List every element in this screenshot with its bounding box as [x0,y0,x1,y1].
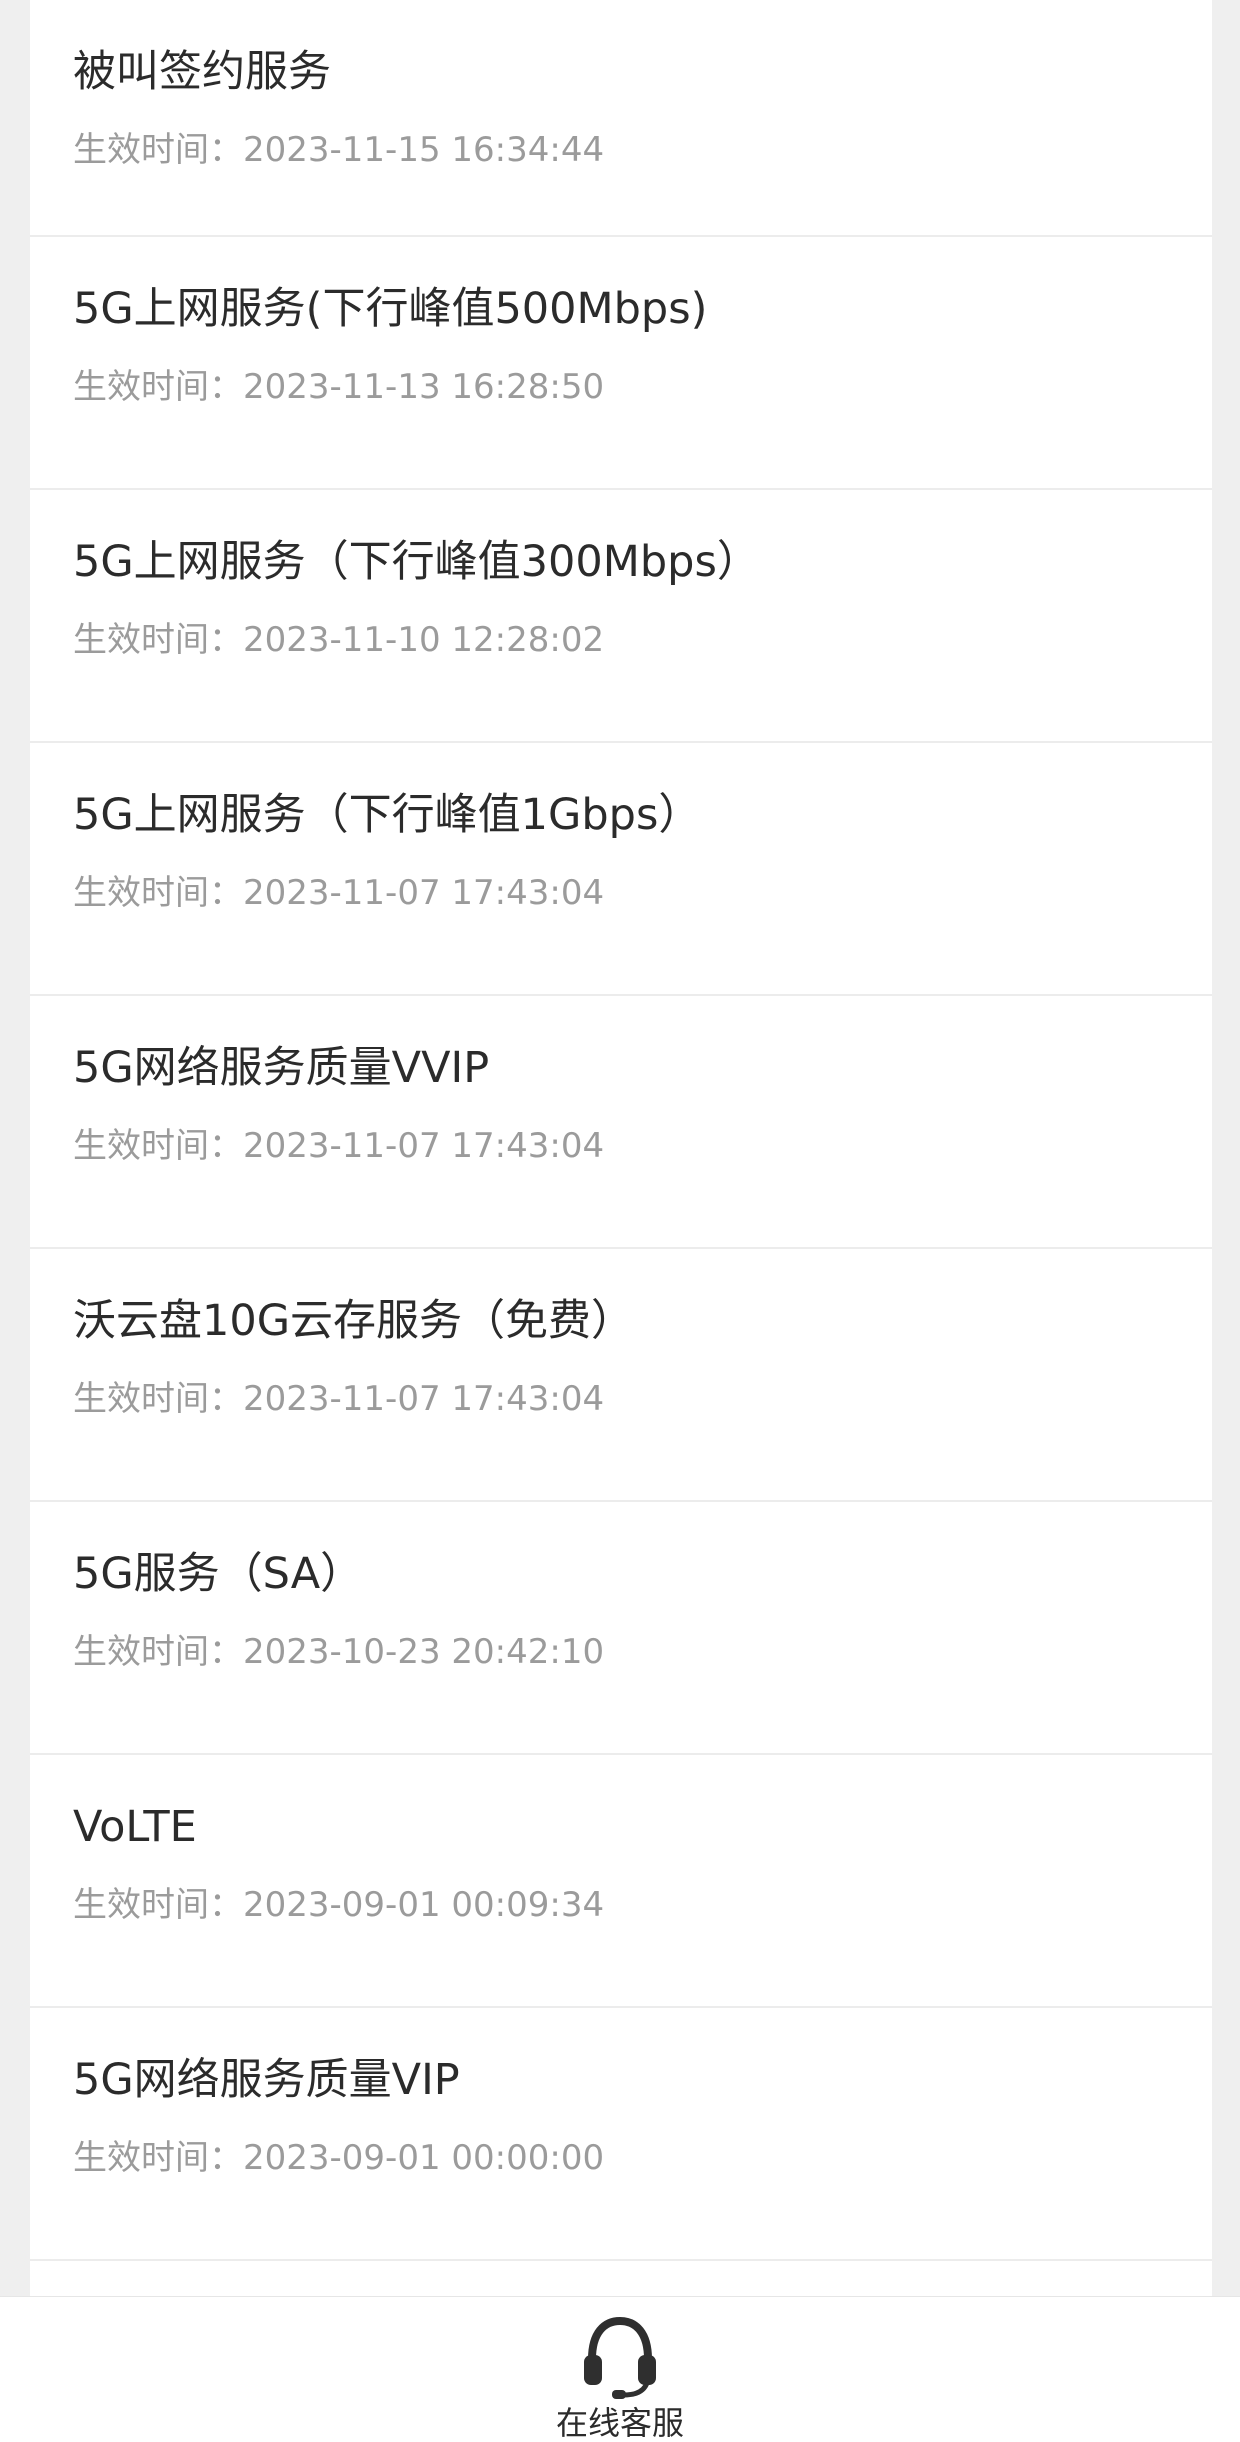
effective-time-value: 2023-09-01 00:09:34 [243,1885,605,1925]
effective-time: 生效时间：2023-11-07 17:43:04 [73,1377,604,1421]
list-item[interactable]: 沃云盘10G云存服务（免费） 生效时间：2023-11-07 17:43:04 [30,1249,1212,1502]
effective-time-value: 2023-11-07 17:43:04 [243,1126,605,1166]
effective-time-value: 2023-11-07 17:43:04 [243,873,605,913]
service-name: 5G网络服务质量VIP [73,2055,460,2105]
headset-icon [584,2316,656,2399]
effective-time: 生效时间：2023-11-13 16:28:50 [73,365,604,409]
service-name: 5G上网服务（下行峰值1Gbps） [73,790,702,840]
service-name: 沃云盘10G云存服务（免费） [73,1296,635,1346]
effective-time-label: 生效时间： [73,2138,243,2178]
effective-time-label: 生效时间： [73,1632,243,1672]
service-name: 5G服务（SA） [73,1549,364,1599]
effective-time: 生效时间：2023-10-23 20:42:10 [73,1630,604,1674]
effective-time-label: 生效时间： [73,873,243,913]
effective-time: 生效时间：2023-11-07 17:43:04 [73,1124,604,1168]
list-item[interactable]: 5G上网服务(下行峰值500Mbps) 生效时间：2023-11-13 16:2… [30,237,1212,490]
effective-time-value: 2023-11-15 16:34:44 [243,130,605,170]
bottom-bar: 在线客服 [0,2296,1240,2442]
effective-time-label: 生效时间： [73,130,243,170]
service-name: 5G网络服务质量VVIP [73,1043,490,1093]
effective-time-value: 2023-09-01 00:00:00 [243,2138,605,2178]
service-name: 5G上网服务(下行峰值500Mbps) [73,284,708,334]
effective-time-value: 2023-10-23 20:42:10 [243,1632,605,1672]
list-item[interactable]: 5G上网服务（下行峰值1Gbps） 生效时间：2023-11-07 17:43:… [30,743,1212,996]
effective-time: 生效时间：2023-09-01 00:09:34 [73,1883,604,1927]
list-item[interactable]: 5G服务（SA） 生效时间：2023-10-23 20:42:10 [30,1502,1212,1755]
service-name: 5G上网服务（下行峰值300Mbps） [73,537,760,587]
online-service-label: 在线客服 [555,2404,684,2442]
service-name: 被叫签约服务 [73,47,331,97]
effective-time-label: 生效时间： [73,620,243,660]
effective-time: 生效时间：2023-11-10 12:28:02 [73,618,604,662]
service-list: 被叫签约服务 生效时间：2023-11-15 16:34:44 5G上网服务(下… [30,0,1212,2442]
effective-time-label: 生效时间： [73,367,243,407]
list-item[interactable]: 5G网络服务质量VIP 生效时间：2023-09-01 00:00:00 [30,2008,1212,2261]
effective-time: 生效时间：2023-09-01 00:00:00 [73,2136,604,2180]
effective-time-value: 2023-11-13 16:28:50 [243,367,605,407]
list-item[interactable]: 5G上网服务（下行峰值300Mbps） 生效时间：2023-11-10 12:2… [30,490,1212,743]
effective-time: 生效时间：2023-11-07 17:43:04 [73,871,604,915]
page: 被叫签约服务 生效时间：2023-11-15 16:34:44 5G上网服务(下… [0,0,1240,2442]
effective-time-value: 2023-11-07 17:43:04 [243,1379,605,1419]
effective-time-label: 生效时间： [73,1126,243,1166]
service-name: VoLTE [73,1802,197,1852]
list-item[interactable]: VoLTE 生效时间：2023-09-01 00:09:34 [30,1755,1212,2008]
list-item[interactable]: 被叫签约服务 生效时间：2023-11-15 16:34:44 [30,0,1212,237]
online-service-button[interactable]: 在线客服 [520,2315,720,2442]
effective-time-value: 2023-11-10 12:28:02 [243,620,605,660]
list-item[interactable]: 5G网络服务质量VVIP 生效时间：2023-11-07 17:43:04 [30,996,1212,1249]
effective-time: 生效时间：2023-11-15 16:34:44 [73,128,604,172]
effective-time-label: 生效时间： [73,1885,243,1925]
effective-time-label: 生效时间： [73,1379,243,1419]
